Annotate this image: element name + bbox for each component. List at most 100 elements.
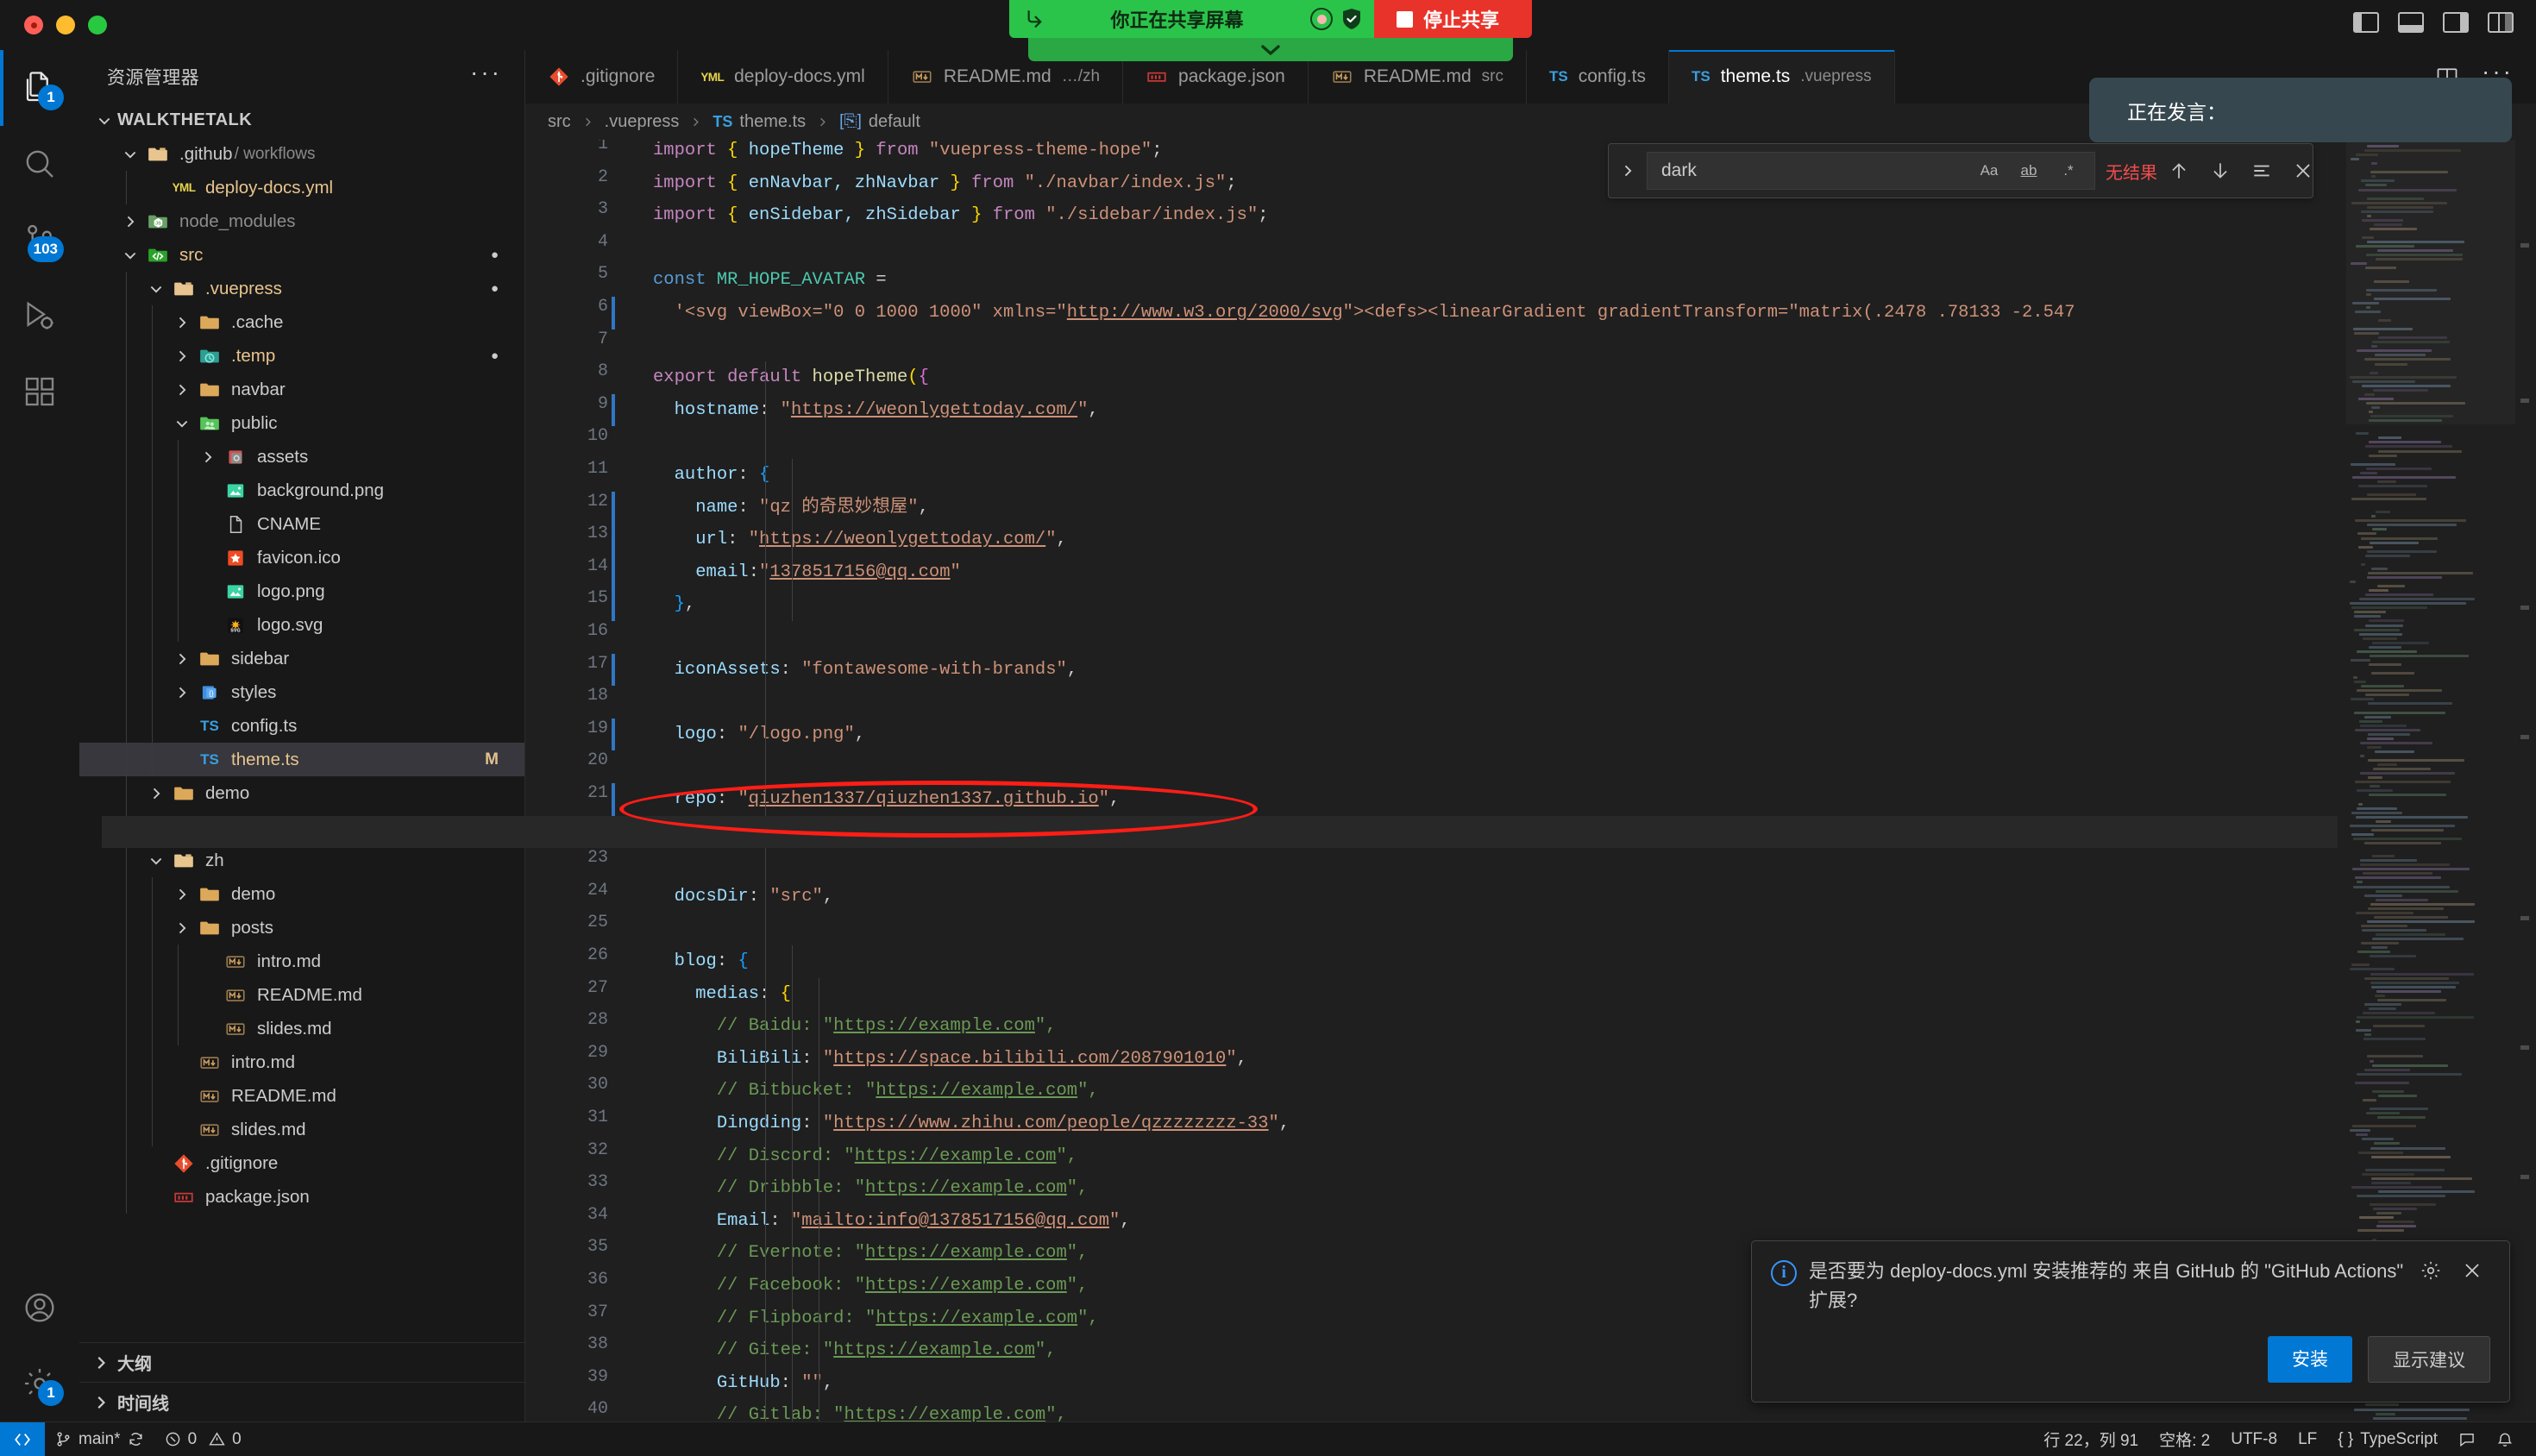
file-tree-row[interactable]: README.md [79, 1079, 524, 1113]
chevron-right-icon[interactable] [195, 449, 221, 466]
editor-tab[interactable]: TS config.ts [1527, 50, 1669, 104]
file-tree-row[interactable]: navbar [79, 373, 524, 406]
toggle-primary-sidebar-icon[interactable] [2353, 12, 2379, 33]
file-tree-row[interactable]: slides.md [79, 1113, 524, 1146]
chevron-down-icon[interactable] [143, 280, 169, 298]
file-tree-row[interactable]: logo.png [79, 574, 524, 608]
file-tree-row[interactable]: demo [79, 877, 524, 911]
activity-item-accounts[interactable] [0, 1270, 79, 1346]
toggle-secondary-sidebar-icon[interactable] [2443, 12, 2469, 33]
file-tree-row[interactable]: favicon.ico [79, 541, 524, 574]
editor-tab[interactable]: .gitignore [525, 50, 679, 104]
scrollbar-decorations[interactable] [2519, 140, 2529, 1421]
status-notifications-bell[interactable] [2486, 1422, 2524, 1456]
editor-tab[interactable]: YML deploy-docs.yml [678, 50, 888, 104]
status-eol[interactable]: LF [2288, 1422, 2327, 1456]
toggle-replace-icon[interactable] [1619, 160, 1636, 181]
activity-item-run-debug[interactable] [0, 278, 79, 354]
status-cursor-position[interactable]: 行 22，列 91 [2033, 1422, 2149, 1456]
breadcrumb-item[interactable]: [⎘] default [839, 112, 920, 132]
file-tree-row[interactable]: .github / workflows [79, 137, 524, 171]
minimize-window-button[interactable] [56, 16, 75, 35]
chevron-down-icon[interactable] [143, 852, 169, 869]
minimap[interactable] [2346, 140, 2515, 1421]
file-tree-row[interactable]: .gitignore [79, 1146, 524, 1180]
file-tree-row[interactable]: .vuepress ● [79, 272, 524, 305]
close-window-button[interactable] [24, 16, 43, 35]
chevron-right-icon[interactable] [169, 684, 195, 701]
find-previous-icon[interactable] [2168, 160, 2190, 182]
explorer-more-actions-icon[interactable]: ··· [470, 60, 502, 85]
code-content[interactable]: import { hopeTheme } from "vuepress-them… [627, 140, 2536, 1421]
activity-item-manage[interactable]: 1 [0, 1346, 79, 1421]
match-case-icon[interactable]: Aa [1972, 156, 2006, 185]
stop-sharing-button[interactable]: 停止共享 [1374, 0, 1532, 38]
find-widget[interactable]: dark Aa ab .* 无结果 [1608, 143, 2313, 198]
chevron-right-icon[interactable] [143, 785, 169, 802]
use-regex-icon[interactable]: .* [2051, 156, 2086, 185]
maximize-window-button[interactable] [88, 16, 107, 35]
chevron-down-icon[interactable] [117, 146, 143, 163]
share-expand-button[interactable] [1028, 38, 1513, 61]
close-icon[interactable] [2292, 160, 2314, 182]
sidebar-section-timeline[interactable]: 时间线 [79, 1382, 524, 1421]
chevron-right-icon[interactable] [117, 213, 143, 230]
file-tree-row[interactable]: posts [79, 911, 524, 945]
file-tree-row[interactable]: TS config.ts [79, 709, 524, 743]
file-tree-row[interactable]: {} styles [79, 675, 524, 709]
file-tree-row[interactable]: sidebar [79, 642, 524, 675]
breadcrumb-item[interactable]: src [548, 112, 571, 132]
notification-close-icon[interactable] [2461, 1259, 2490, 1282]
file-tree-row[interactable]: .temp ● [79, 339, 524, 373]
remote-window-button[interactable] [0, 1421, 45, 1456]
file-tree-row[interactable]: package.json [79, 1180, 524, 1214]
file-tree-row[interactable]: public [79, 406, 524, 440]
file-tree-row[interactable]: WALKTHETALK [79, 104, 524, 137]
file-tree-row[interactable]: slides.md [79, 1012, 524, 1045]
file-tree[interactable]: WALKTHETALK .github / workflows YML deploy-d… [79, 104, 524, 1332]
notification-gear-icon[interactable] [2420, 1259, 2449, 1282]
chevron-right-icon[interactable] [169, 886, 195, 903]
code-editor[interactable]: 1234567891011121314151617181920212223242… [525, 140, 2536, 1421]
sidebar-section-outline[interactable]: 大纲 [79, 1342, 524, 1382]
status-indentation[interactable]: 空格: 2 [2149, 1422, 2220, 1456]
find-input[interactable]: dark [1661, 160, 1967, 181]
chevron-right-icon[interactable] [169, 381, 195, 399]
file-tree-row[interactable]: README.md [79, 978, 524, 1012]
status-branch[interactable]: main* [45, 1422, 154, 1456]
status-language-mode[interactable]: { } TypeScript [2327, 1422, 2448, 1456]
breadcrumb-item[interactable]: TS theme.ts [712, 112, 806, 132]
status-feedback[interactable] [2448, 1422, 2486, 1456]
editor-tab[interactable]: TS theme.ts .vuepress [1668, 50, 1895, 104]
file-tree-row[interactable]: YML deploy-docs.yml [79, 171, 524, 204]
file-tree-row[interactable]: intro.md [79, 1045, 524, 1079]
chevron-right-icon[interactable] [169, 348, 195, 365]
toggle-panel-icon[interactable] [2398, 12, 2424, 33]
file-tree-row[interactable]: demo [79, 776, 524, 810]
activity-item-search[interactable] [0, 126, 79, 202]
show-recommendations-button[interactable]: 显示建议 [2368, 1336, 2490, 1383]
install-button[interactable]: 安装 [2268, 1336, 2352, 1383]
status-encoding[interactable]: UTF-8 [2220, 1422, 2288, 1456]
customize-layout-icon[interactable] [2488, 12, 2514, 33]
find-in-selection-icon[interactable] [2250, 160, 2273, 182]
chevron-down-icon[interactable] [117, 247, 143, 264]
file-tree-row[interactable]: TS theme.ts M [79, 743, 524, 776]
status-problems[interactable]: 0 0 [154, 1422, 252, 1456]
file-tree-row[interactable]: .cache [79, 305, 524, 339]
file-tree-row[interactable]: intro.md [79, 945, 524, 978]
chevron-down-icon[interactable] [91, 112, 117, 129]
file-tree-row[interactable]: SVG logo.svg [79, 608, 524, 642]
file-tree-row[interactable]: CNAME [79, 507, 524, 541]
chevron-right-icon[interactable] [169, 919, 195, 937]
file-tree-row[interactable]: assets [79, 440, 524, 474]
sync-icon[interactable] [128, 1431, 144, 1447]
file-tree-row[interactable]: JS node_modules [79, 204, 524, 238]
whole-word-icon[interactable]: ab [2012, 156, 2046, 185]
breadcrumb-item[interactable]: .vuepress [605, 112, 680, 132]
chevron-right-icon[interactable] [169, 650, 195, 668]
activity-item-source-control[interactable]: 103 [0, 202, 79, 278]
activity-item-extensions[interactable] [0, 354, 79, 430]
find-next-icon[interactable] [2209, 160, 2232, 182]
chevron-right-icon[interactable] [169, 314, 195, 331]
